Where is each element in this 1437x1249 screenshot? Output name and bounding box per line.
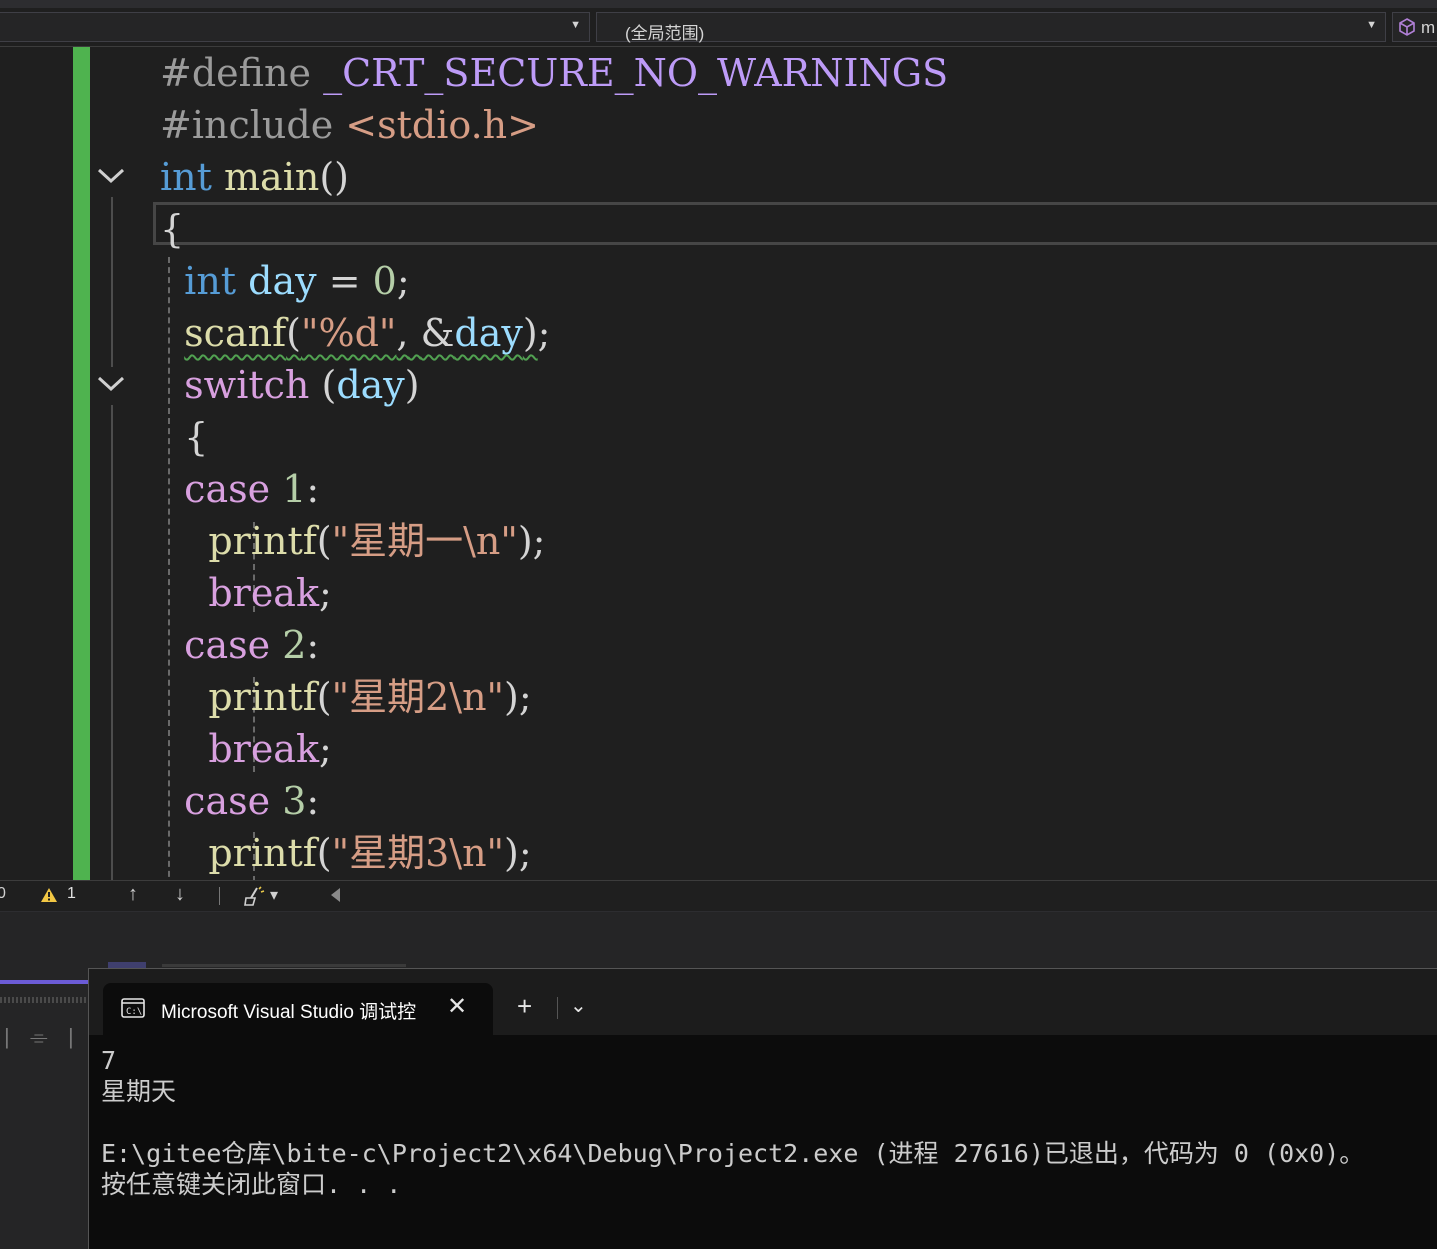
fold-toggle-main[interactable] [96,165,126,187]
console-line: 星期天 [101,1077,177,1106]
code-cleanup-dropdown[interactable]: ▾ [270,885,278,905]
scroll-left-arrow[interactable] [331,888,340,902]
code-cleanup-icon[interactable] [243,886,265,906]
chevron-down-icon: ▼ [570,19,581,31]
divider-icon: | [4,1024,10,1049]
terminal-tab[interactable]: C:\ Microsoft Visual Studio 调试控 ✕ [103,983,493,1035]
code-line: printf("星期2\n"); [208,675,532,719]
code-line: break; [208,727,332,771]
console-line: 按任意键关闭此窗口. . . [101,1170,402,1199]
code-line: switch (day) [184,363,420,407]
code-line: { [160,207,185,251]
scope-label: (全局范围) [625,24,705,43]
warning-squiggle[interactable]: scanf("%d", &day) [184,311,538,355]
code-line: case 1: [184,467,320,511]
console-icon: C:\ [121,998,145,1018]
error-count[interactable]: 0 [0,885,6,903]
code-line: printf("星期一\n"); [208,519,546,563]
project-dropdown[interactable]: ▼ [0,12,590,42]
code-line: { [184,415,209,459]
cube-icon [1399,18,1415,36]
current-line-highlight [153,202,1437,245]
previous-issue-button[interactable]: ↑ [128,883,138,906]
fold-line [111,405,113,880]
panel-accent [0,980,88,984]
fold-line [111,197,113,367]
console-line: 7 [101,1046,117,1075]
next-issue-button[interactable]: ↓ [175,883,185,906]
terminal-tab-bar: C:\ Microsoft Visual Studio 调试控 ✕ + ⌄ [89,969,1437,1035]
debug-console-window[interactable]: C:\ Microsoft Visual Studio 调试控 ✕ + ⌄ 7星… [88,968,1437,1249]
console-line: E:\gitee仓库\bite-c\Project2\x64\Debug\Pro… [101,1139,1365,1168]
warning-icon[interactable] [40,887,58,903]
svg-text:C:\: C:\ [126,1007,142,1017]
fold-toggle-switch[interactable] [96,373,126,395]
change-tracking-bar [73,47,90,880]
console-output: 7 星期天 E:\gitee仓库\bite-c\Project2\x64\Debu… [101,1045,1364,1200]
code-line: case 3: [184,779,320,823]
tab-dropdown-button[interactable]: ⌄ [570,993,587,1018]
chevron-down-icon: ▼ [1366,19,1377,31]
scope-dropdown[interactable]: (全局范围) ▼ [596,12,1386,43]
warning-count[interactable]: 1 [67,885,76,903]
member-dropdown[interactable]: m [1392,12,1437,42]
code-editor[interactable]: #define _CRT_SECURE_NO_WARNINGS #include… [0,47,1437,880]
code-line: scanf("%d", &day); [184,311,551,355]
code-line: int main() [160,155,349,199]
chevron-down-icon [97,168,125,184]
chevron-down-icon [97,376,125,392]
editor-status-bar: 0 1 ↑ ↓ ▾ [0,880,1437,913]
terminal-tab-title: Microsoft Visual Studio 调试控 [161,1002,417,1023]
navigation-bar: ▼ (全局范围) ▼ m [0,8,1437,47]
code-line: case 2: [184,623,320,667]
code-line: #define _CRT_SECURE_NO_WARNINGS [160,51,949,95]
code-line: break; [208,571,332,615]
code-line: printf("星期3\n"); [208,831,532,875]
divider-icon: | [68,1024,74,1049]
member-label: m [1421,18,1436,37]
divider [219,887,220,905]
code-line: #include <stdio.h> [160,103,539,147]
code-line: int day = 0; [184,259,410,303]
panel-tab-peek [162,964,406,967]
new-tab-button[interactable]: + [517,993,532,1019]
panel-grip[interactable] [0,997,86,1003]
panel-toolbar: | ⌯ | [0,1020,88,1056]
filter-icon[interactable]: ⌯ [30,1024,48,1050]
close-icon[interactable]: ✕ [447,992,467,1021]
divider [557,997,558,1019]
